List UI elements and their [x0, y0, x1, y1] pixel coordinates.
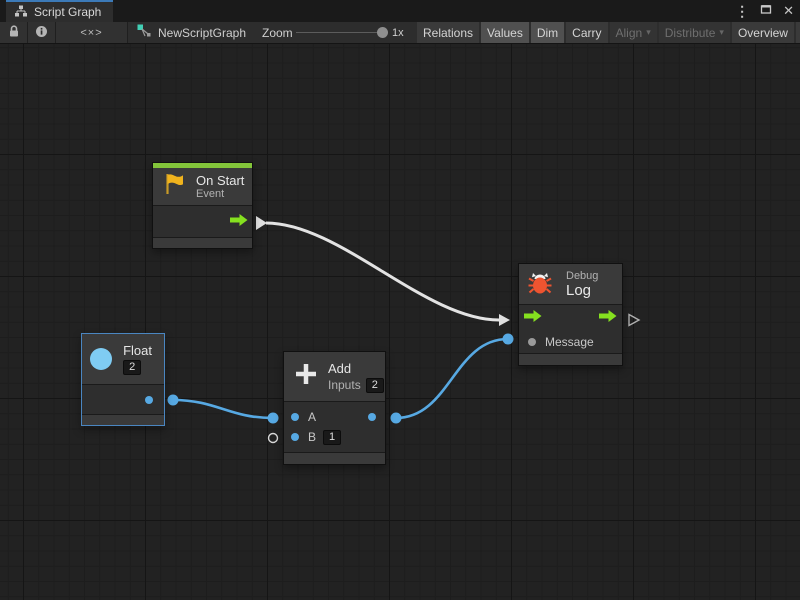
toolbar-buttons: Relations Values Dim Carry Align ▾ Distr…	[417, 22, 800, 43]
tab-title: Script Graph	[34, 5, 101, 19]
window-menu-icon[interactable]: ⋮	[733, 0, 751, 22]
values-button[interactable]: Values	[481, 22, 529, 43]
zoom-slider-track[interactable]	[296, 32, 380, 33]
code-icon: <×>	[80, 27, 102, 39]
node-float[interactable]: Float 2	[81, 333, 165, 426]
flag-icon	[162, 171, 188, 202]
graph-name[interactable]: NewScriptGraph	[137, 22, 246, 43]
bug-icon	[527, 269, 553, 300]
flow-out-port-log-unconnected[interactable]	[629, 315, 639, 326]
node-category: Debug	[566, 270, 598, 282]
message-label: Message	[545, 335, 594, 349]
value-out-port-float[interactable]	[168, 395, 179, 406]
flow-arrow-icon[interactable]	[230, 213, 248, 231]
graph-canvas[interactable]: On Start Event Float 2	[0, 44, 800, 600]
align-dropdown[interactable]: Align ▾	[610, 22, 657, 43]
node-footer	[284, 453, 385, 464]
node-title: Float	[123, 343, 152, 358]
value-in-port-add-a[interactable]	[268, 413, 279, 424]
zoom-slider-handle[interactable]	[377, 27, 388, 38]
port-b-value-field[interactable]: 1	[323, 430, 341, 445]
node-title: On Start	[196, 173, 244, 188]
wire-float-to-add-a[interactable]	[173, 400, 273, 418]
zoom-slider[interactable]	[296, 22, 388, 43]
value-in-dot-b[interactable]	[291, 433, 299, 441]
value-out-dot[interactable]	[368, 413, 376, 421]
wire-onstart-to-log[interactable]	[266, 223, 499, 320]
window-tab-bar: Script Graph ⋮ ✕	[0, 0, 800, 22]
node-on-start[interactable]: On Start Event	[152, 162, 253, 249]
window-controls: ⋮ ✕	[733, 0, 796, 22]
value-in-dot-a[interactable]	[291, 413, 299, 421]
distribute-dropdown[interactable]: Distribute ▾	[659, 22, 730, 43]
relations-button[interactable]: Relations	[417, 22, 479, 43]
toolbar-icon-group: <×>	[0, 22, 128, 43]
value-in-port-add-b-unconnected[interactable]	[269, 434, 278, 443]
maximize-icon[interactable]	[758, 0, 774, 22]
plus-icon	[293, 361, 319, 392]
value-in-dot-message[interactable]	[528, 338, 536, 346]
flow-out-port-onstart[interactable]	[256, 216, 267, 230]
chevron-down-icon: ▾	[719, 27, 724, 38]
node-title: Add	[328, 361, 384, 376]
port-a-label: A	[308, 410, 316, 424]
info-icon	[35, 25, 48, 41]
graph-toolbar: <×> NewScriptGraph Zoom 1x Relations Val…	[0, 22, 800, 44]
dim-button[interactable]: Dim	[531, 22, 564, 43]
zoom-value: 1x	[392, 22, 404, 43]
inputs-label: Inputs	[328, 378, 361, 392]
wire-add-to-log-message[interactable]	[396, 339, 508, 418]
close-icon[interactable]: ✕	[781, 0, 796, 22]
node-footer	[519, 354, 622, 365]
value-out-dot[interactable]	[145, 396, 153, 404]
node-footer	[153, 238, 252, 248]
hierarchy-icon	[14, 5, 28, 20]
edit-code-button[interactable]: <×>	[56, 22, 128, 43]
graph-asset-icon	[137, 24, 152, 41]
flow-in-port-log[interactable]	[499, 314, 510, 326]
zoom-label: Zoom	[262, 22, 293, 43]
float-value-field[interactable]: 2	[123, 360, 141, 375]
node-add[interactable]: Add Inputs 2 A B 1	[283, 351, 386, 465]
flow-in-arrow-icon[interactable]	[524, 309, 542, 327]
tab-script-graph[interactable]: Script Graph	[6, 0, 113, 22]
overview-button[interactable]: Overview	[732, 22, 794, 43]
node-footer	[82, 415, 164, 425]
float-type-icon	[90, 348, 112, 370]
node-debug-log[interactable]: Debug Log Message	[518, 263, 623, 366]
fullscreen-button[interactable]: Full Screen	[796, 22, 800, 43]
inspect-button[interactable]	[28, 22, 56, 43]
chevron-down-icon: ▾	[646, 27, 651, 38]
node-subtitle: Event	[196, 188, 244, 200]
inputs-count-field[interactable]: 2	[366, 378, 384, 393]
value-in-port-log-message[interactable]	[503, 334, 514, 345]
graph-name-label: NewScriptGraph	[158, 26, 246, 40]
wire-layer	[0, 44, 800, 600]
lock-button[interactable]	[0, 22, 28, 43]
flow-out-arrow-icon[interactable]	[599, 309, 617, 327]
carry-button[interactable]: Carry	[566, 22, 607, 43]
port-b-label: B	[308, 430, 316, 444]
node-title: Log	[566, 282, 598, 299]
value-out-port-add[interactable]	[391, 413, 402, 424]
lock-icon	[8, 24, 20, 41]
